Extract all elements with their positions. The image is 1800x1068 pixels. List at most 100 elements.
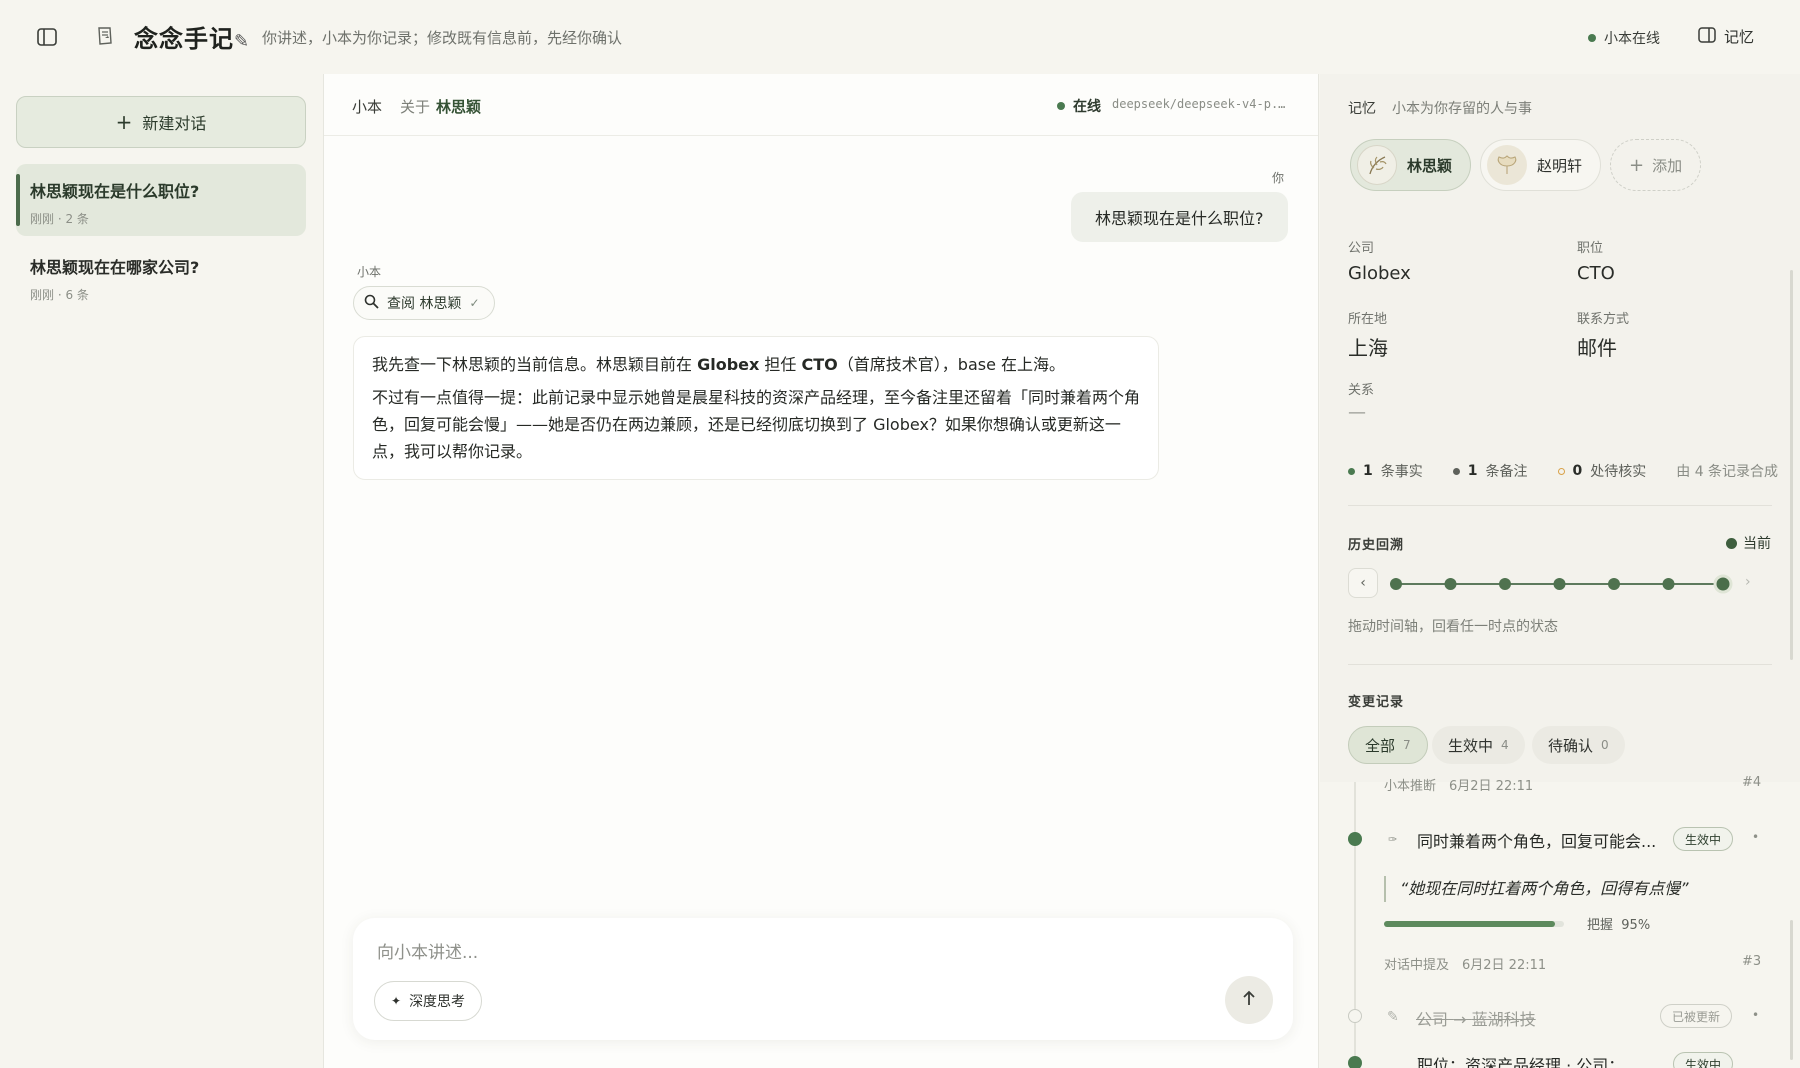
history-label: 历史回溯 [1348,538,1405,553]
notes-label: 条备注 [1485,464,1528,480]
history-hint: 拖动时间轴，回看任一时点的状态 [1348,619,1558,635]
event-title[interactable]: 职位：资深产品经理 · 公司：... [1417,1052,1640,1068]
fact-dot-icon [1348,467,1355,475]
conversation-item[interactable]: 林思颖现在是什么职位? 刚刚 · 2 条 [16,164,306,236]
current-dot-icon [1726,537,1737,549]
chevron-right-icon: › [1745,574,1751,590]
memory-panel-toggle[interactable]: 记忆 [1698,26,1754,47]
chat-header: 小本 关于 林思颖 在线 deepseek/deepseek-v4-p... [324,74,1318,136]
memory-scrollbar[interactable] [1790,270,1793,660]
company-value[interactable]: Globex [1348,263,1411,284]
chat-assistant-name: 小本 [352,98,383,116]
sidebar-toggle-icon[interactable] [36,26,58,48]
divider [1348,664,1772,665]
note-dot-icon [1452,467,1460,475]
text-span: 担任 [759,355,802,374]
filter-active[interactable]: 生效中 4 [1432,726,1525,764]
facts-count: 1 [1363,463,1373,479]
memory-stats: 1 条事实 1 条备注 0 处待核实 由 4 条记录合成 [1348,461,1778,481]
tool-call-chip[interactable]: 查阅 林思颖 ✓ [353,286,495,320]
event-title[interactable]: 公司 → 蓝湖科技 [1416,1006,1536,1030]
notes-count: 1 [1467,463,1478,479]
title-highlight: CTO [801,355,838,374]
top-bar: 念念手记✎ 你讲述，小本为你记录；修改既有信息前，先经你确认 小本在线 记忆 [0,0,1800,72]
online-dot-icon [1588,34,1596,42]
assistant-paragraph: 不过有一点值得一提：此前记录中显示她曾是晨星科技的资深产品经理，至今备注里还留着… [372,388,1141,461]
pending-label: 处待核实 [1590,464,1647,480]
contact-label: 联系方式 [1577,312,1630,327]
deep-think-label: 深度思考 [409,994,466,1010]
assistant-paragraph: 我先查一下林思颖的当前信息。林思颖目前在 Globex 担任 CTO（首席技术官… [372,351,1140,378]
chat-subject-person[interactable]: 林思颖 [436,96,481,117]
filter-all[interactable]: 全部 7 [1348,726,1428,764]
add-person-button[interactable]: + 添加 [1610,139,1702,191]
timeline-prev-button[interactable]: ‹ [1348,568,1378,598]
person-chip-lin[interactable]: 林思颖 [1350,139,1472,191]
relation-value[interactable]: — [1348,402,1366,423]
person-name: 赵明轩 [1537,156,1583,175]
status-badge: 生效中 [1673,827,1734,851]
history-current: 当前 [1726,533,1771,553]
event-value: 蓝湖科技 [1471,1010,1536,1029]
confidence-value: 95% [1621,918,1651,933]
online-status-label: 小本在线 [1604,31,1660,47]
change-log-scrollbar[interactable] [1790,920,1793,1060]
filter-pending[interactable]: 待确认 0 [1532,726,1625,764]
memory-subtitle: 小本为你存留的人与事 [1392,101,1532,117]
event-quote: “她现在同时扛着两个角色，回得有点慢” [1384,876,1689,902]
more-icon[interactable]: • [1752,830,1759,844]
timeline-point[interactable] [1499,578,1511,590]
message-input[interactable]: 向小本讲述... [377,938,478,963]
company-highlight: Globex [697,355,760,374]
assistant-label: 小本 [357,265,382,279]
pending-count: 0 [1572,463,1583,479]
event-number: #4 [1742,775,1762,790]
job-title-value[interactable]: CTO [1577,263,1615,284]
leaf-avatar-icon [1357,145,1397,185]
app-title: 念念手记✎ [134,19,250,54]
timeline-point[interactable] [1444,578,1457,590]
more-icon[interactable]: • [1752,1008,1759,1022]
notebook-logo-icon [95,25,115,47]
memory-title: 记忆 [1348,101,1376,117]
history-timeline-slider[interactable] [1386,572,1736,596]
search-icon [364,294,379,313]
history-current-label: 当前 [1743,536,1771,552]
confidence-bar [1384,921,1564,927]
job-title-label: 职位 [1577,241,1604,256]
conversation-title: 林思颖现在是什么职位? [30,182,200,201]
edit-icon: ✎ [1387,1009,1399,1025]
timeline-current-point[interactable] [1713,574,1733,594]
conversation-item[interactable]: 林思颖现在在哪家公司? 刚刚 · 6 条 [16,240,306,312]
model-name[interactable]: deepseek/deepseek-v4-p... [1112,97,1292,111]
timeline-point[interactable] [1390,578,1402,590]
send-button[interactable] [1225,976,1273,1024]
location-value[interactable]: 上海 [1348,332,1388,361]
event-meta: 对话中提及 6月2日 22:11 [1384,958,1547,973]
conversation-title: 林思颖现在在哪家公司? [30,258,200,277]
filter-count: 7 [1403,738,1411,752]
timeline-point[interactable] [1553,578,1566,590]
timeline-point[interactable] [1608,578,1620,590]
plus-icon: + [115,110,133,134]
filter-label: 待确认 [1548,736,1594,755]
message-composer: 向小本讲述... ✦ 深度思考 [353,918,1293,1040]
chat-about-label: 关于 [400,98,431,116]
event-active-dot-icon [1348,1056,1362,1068]
new-chat-button[interactable]: + 新建对话 [16,96,306,148]
contact-value[interactable]: 邮件 [1577,332,1617,361]
confidence-label: 把握 [1587,918,1614,933]
deep-think-button[interactable]: ✦ 深度思考 [374,981,483,1021]
event-title[interactable]: 同时兼着两个角色，回复可能会... [1417,828,1656,852]
arrow-up-icon [1241,989,1257,1011]
status-badge: 已被更新 [1660,1004,1733,1028]
chat-panel: 小本 关于 林思颖 在线 deepseek/deepseek-v4-p... 你… [323,74,1319,1068]
timeline-next-button[interactable]: › [1745,574,1751,590]
facts-label: 条事实 [1380,464,1423,480]
changes-label: 变更记录 [1348,695,1405,710]
app-subtitle: 你讲述，小本为你记录；修改既有信息前，先经你确认 [262,29,623,47]
person-chip-zhao[interactable]: 赵明轩 [1480,139,1602,191]
company-label: 公司 [1348,241,1375,256]
timeline-point[interactable] [1662,578,1675,590]
user-message: 林思颖现在是什么职位? [1071,192,1288,242]
